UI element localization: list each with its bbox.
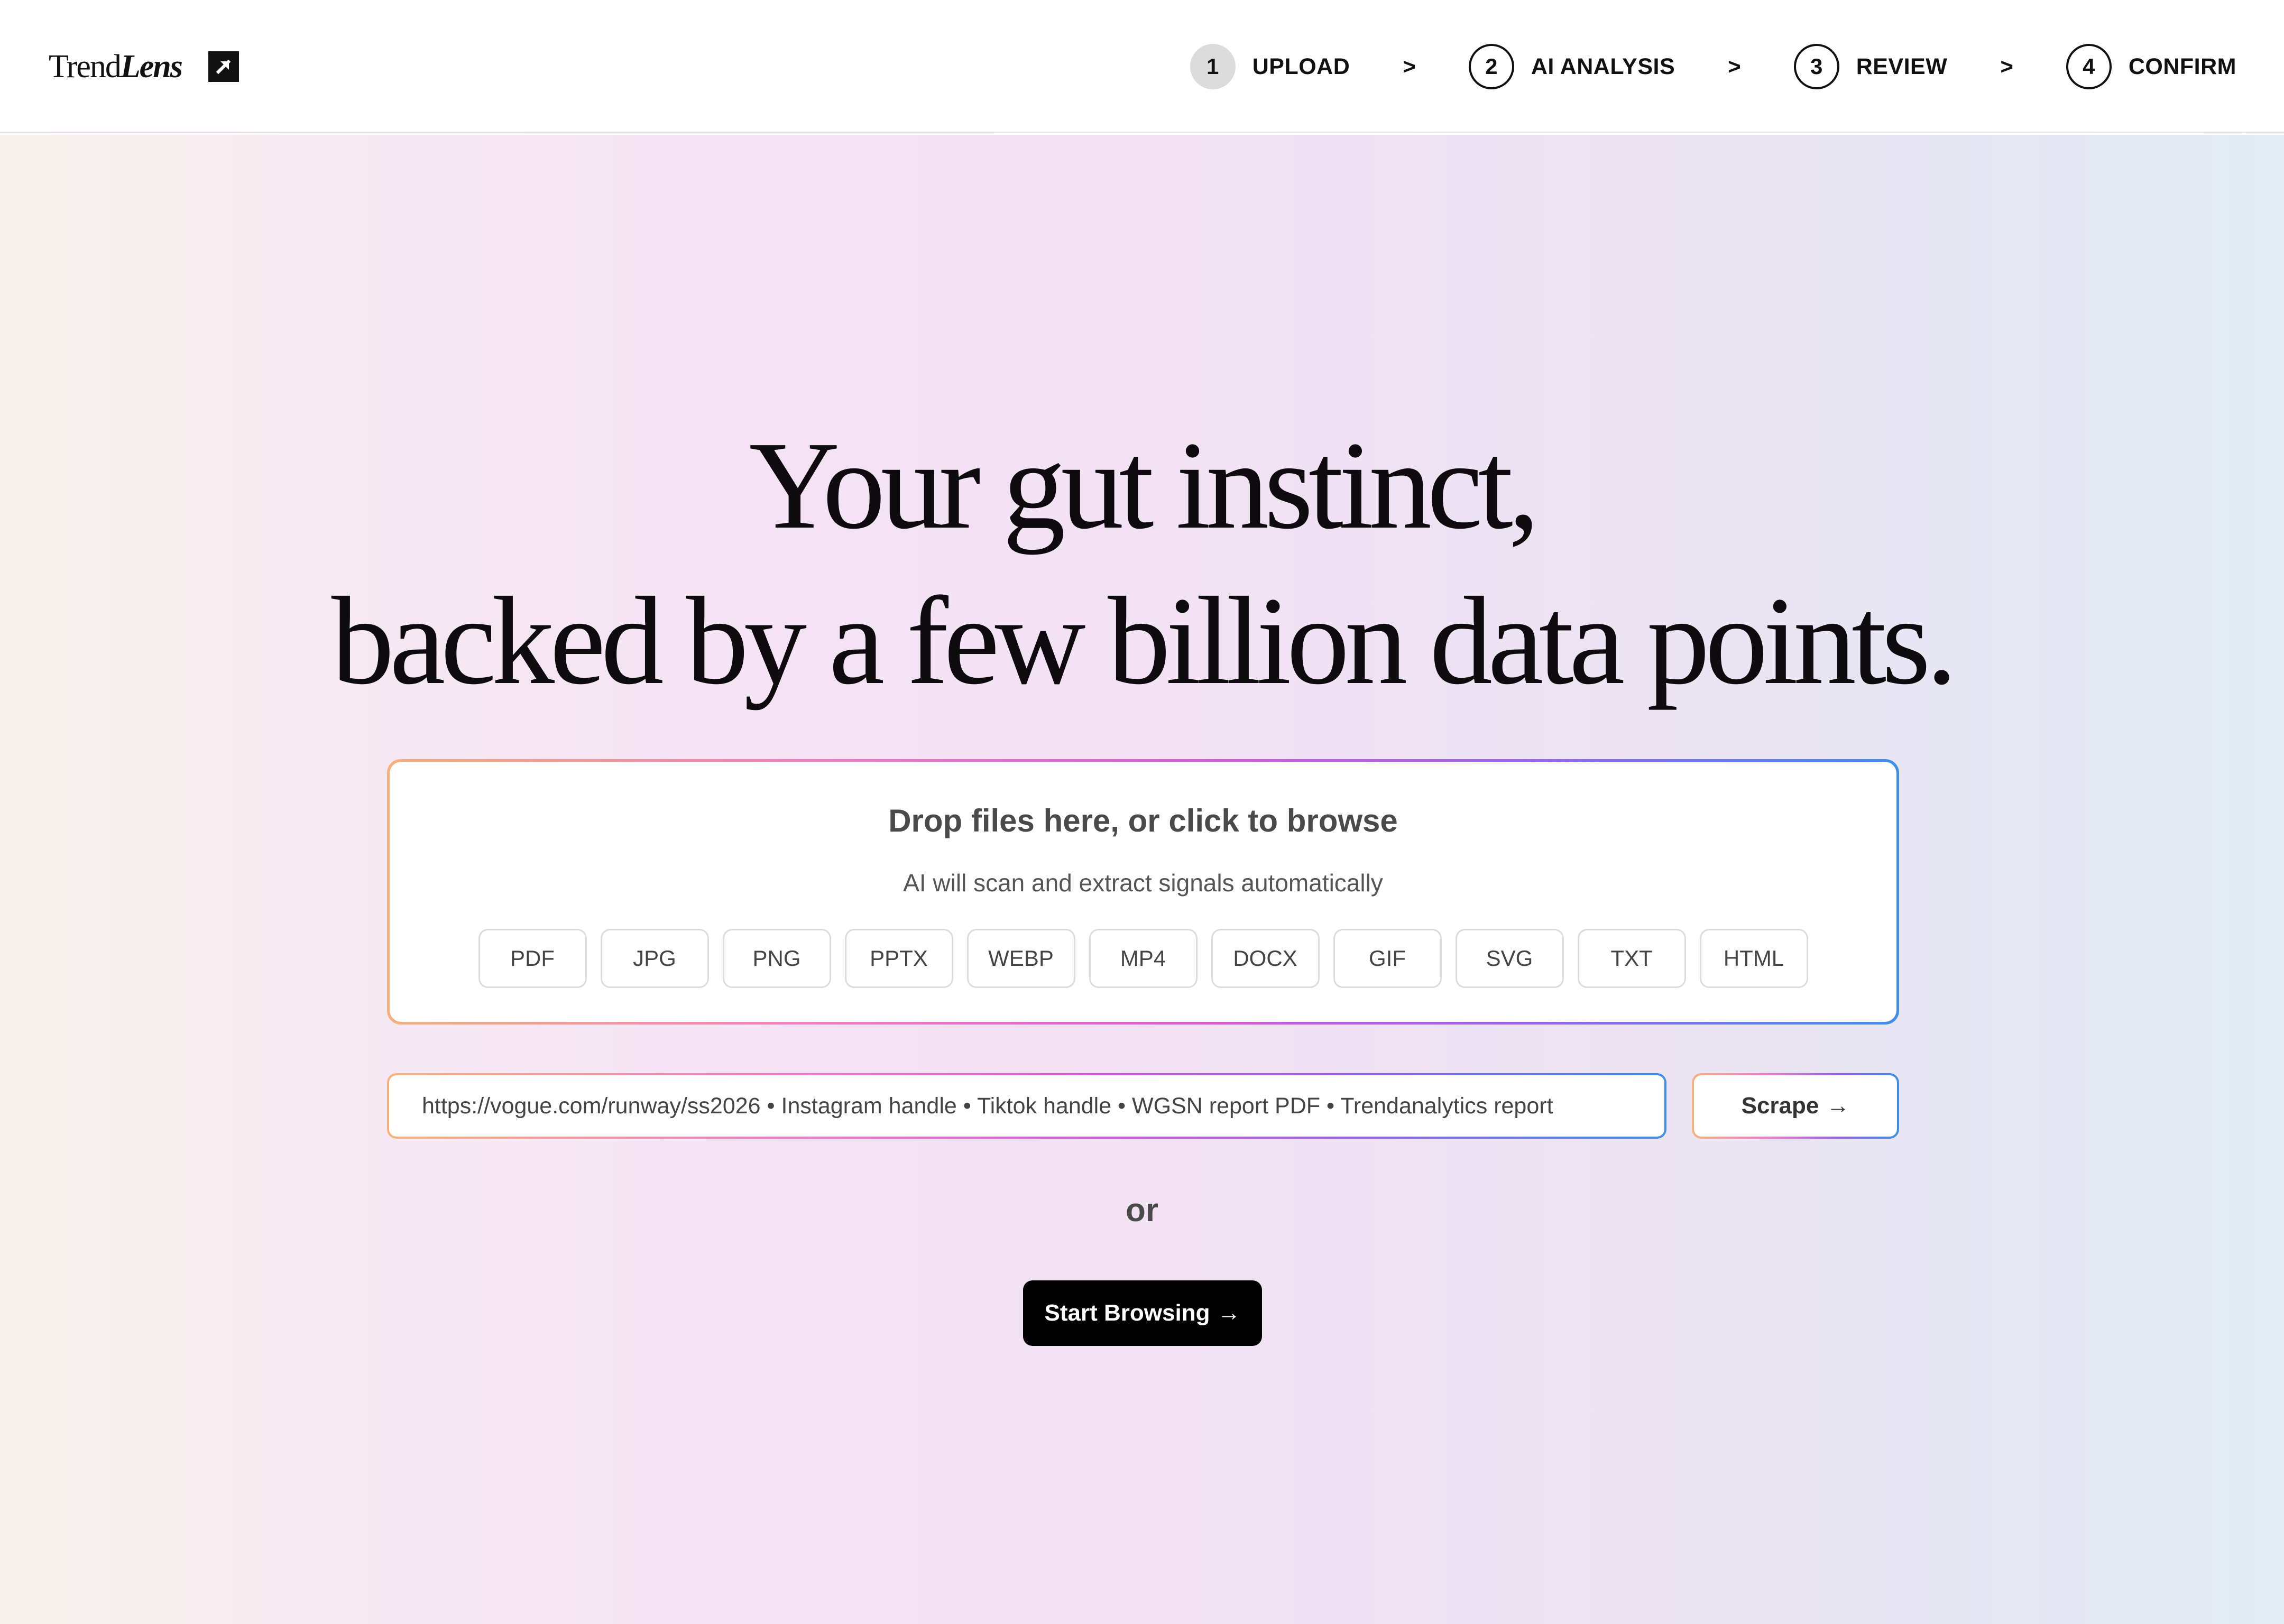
step-number: 4 [2066, 44, 2112, 89]
dropzone-title: Drop files here, or click to browse [888, 803, 1398, 838]
url-input[interactable] [389, 1075, 1664, 1137]
file-type-chip: SVG [1455, 929, 1564, 988]
step-separator: > [1728, 54, 1741, 79]
file-type-chip: JPG [600, 929, 709, 988]
file-type-chip: PDF [478, 929, 587, 988]
start-browsing-label: Start Browsing [1044, 1300, 1210, 1326]
step-label: AI ANALYSIS [1531, 53, 1675, 79]
dropzone-subtitle: AI will scan and extract signals automat… [903, 869, 1383, 897]
file-type-chip: MP4 [1089, 929, 1198, 988]
file-type-chip: WEBP [966, 929, 1075, 988]
step-review[interactable]: 3 REVIEW [1793, 44, 1948, 89]
step-number: 1 [1190, 44, 1236, 89]
top-header: TrendLens 1 UPLOAD > 2 AI ANALYSIS > 3 R… [0, 0, 2284, 133]
step-ai-analysis[interactable]: 2 AI ANALYSIS [1468, 44, 1675, 89]
arrow-right-icon: → [1826, 1093, 1850, 1119]
file-type-list: PDF JPG PNG PPTX WEBP MP4 DOCX GIF SVG T… [390, 929, 1896, 988]
headline-line-2: backed by a few billion data points. [331, 571, 1958, 710]
step-confirm[interactable]: 4 CONFIRM [2066, 44, 2236, 89]
file-type-chip: HTML [1699, 929, 1808, 988]
file-dropzone[interactable]: Drop files here, or click to browse AI w… [387, 759, 1899, 1025]
scrape-button-face: Scrape → [1694, 1075, 1897, 1137]
brand-logo[interactable]: TrendLens [49, 0, 239, 133]
file-type-chip: GIF [1333, 929, 1442, 988]
step-number: 2 [1468, 44, 1514, 89]
step-label: UPLOAD [1252, 53, 1350, 79]
start-browsing-button[interactable]: Start Browsing → [1023, 1280, 1262, 1346]
step-upload[interactable]: 1 UPLOAD [1190, 44, 1350, 89]
dropzone-panel: Drop files here, or click to browse AI w… [390, 762, 1896, 1022]
or-divider: or [1126, 1192, 1158, 1229]
progress-steps: 1 UPLOAD > 2 AI ANALYSIS > 3 REVIEW > 4 … [1190, 0, 2236, 133]
step-label: REVIEW [1856, 53, 1948, 79]
file-type-chip: PNG [722, 929, 831, 988]
arrow-up-right-icon [208, 51, 239, 82]
scrape-button-label: Scrape [1741, 1093, 1819, 1119]
step-separator: > [2000, 54, 2013, 79]
file-type-chip: PPTX [844, 929, 953, 988]
file-type-chip: DOCX [1211, 929, 1320, 988]
headline-line-1: Your gut instinct, [749, 416, 1540, 555]
step-number: 3 [1793, 44, 1839, 89]
file-type-chip: TXT [1577, 929, 1686, 988]
brand-name: TrendLens [49, 48, 183, 85]
url-input-wrapper [387, 1073, 1666, 1139]
step-label: CONFIRM [2128, 53, 2236, 79]
scrape-button[interactable]: Scrape → [1692, 1073, 1899, 1139]
arrow-right-icon: → [1217, 1300, 1241, 1326]
step-separator: > [1403, 54, 1416, 79]
